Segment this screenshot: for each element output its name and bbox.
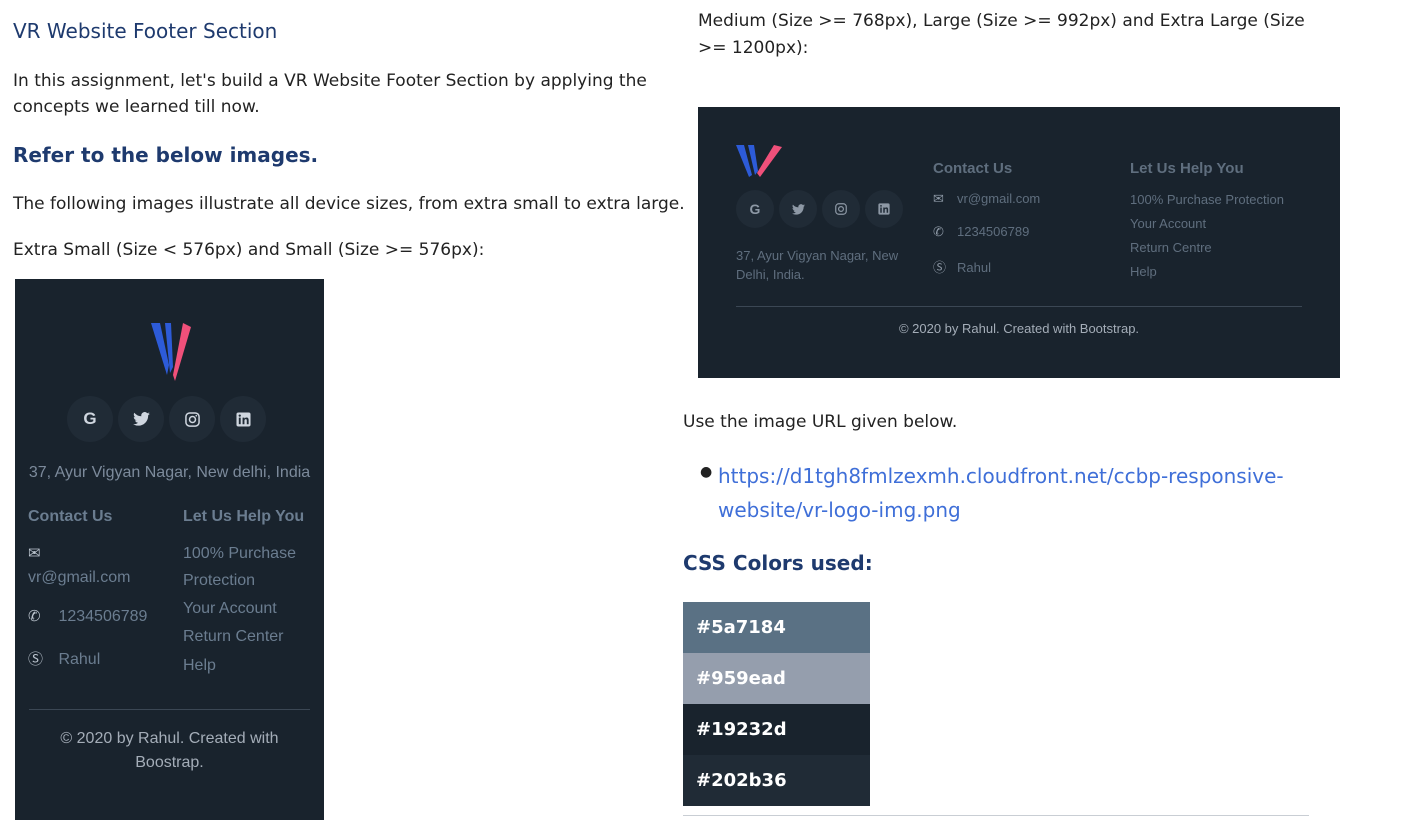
section-divider (683, 815, 1309, 816)
page-title: VR Website Footer Section (13, 19, 278, 43)
mobile-social-icons: G (67, 396, 266, 442)
mobile-divider (29, 709, 310, 710)
color-swatch-19232d: #19232d (683, 704, 870, 755)
mobile-help-item-protection[interactable]: Protection (183, 572, 255, 590)
desktop-help-item-return[interactable]: Return Centre (1130, 240, 1212, 255)
skype-icon: Ⓢ (933, 260, 947, 275)
mobile-email[interactable]: vr@gmail.com (28, 569, 130, 587)
mobile-phone[interactable]: 1234506789 (58, 608, 147, 625)
desktop-footer-image: G 37, Ayur Vigyan Nagar, New Delhi, Indi… (698, 107, 1340, 378)
desktop-help-item-help[interactable]: Help (1130, 264, 1157, 279)
linkedin-icon[interactable] (220, 396, 266, 442)
desktop-contact-heading: Contact Us (933, 160, 1013, 177)
desktop-email-row: ✉ vr@gmail.com (933, 191, 1040, 207)
phone-icon: ✆ (933, 224, 944, 239)
desktop-divider (736, 306, 1302, 307)
vr-logo-icon (151, 323, 191, 381)
desktop-copyright: © 2020 by Rahul. Created with Bootstrap. (898, 321, 1140, 336)
phone-icon: ✆ (28, 608, 41, 625)
md-size-label: Medium (Size >= 768px), Large (Size >= 9… (698, 11, 1305, 58)
color-swatch-959ead: #959ead (683, 653, 870, 704)
mobile-skype-row: Ⓢ Rahul (28, 648, 100, 669)
vr-logo-icon (736, 145, 782, 177)
desktop-phone[interactable]: 1234506789 (957, 224, 1029, 239)
mobile-skype[interactable]: Rahul (58, 651, 100, 668)
mobile-copyright: © 2020 by Rahul. Created with Boostrap. (60, 730, 279, 771)
desktop-help-item-purchase[interactable]: 100% Purchase Protection (1130, 192, 1284, 207)
desktop-help-item-account[interactable]: Your Account (1130, 216, 1206, 231)
instagram-icon[interactable] (169, 396, 215, 442)
desktop-help-heading: Let Us Help You (1130, 160, 1244, 177)
mobile-contact-heading: Contact Us (28, 508, 113, 525)
use-image-text: Use the image URL given below. (683, 412, 958, 432)
mobile-footer-image: G 37, Ayur Vigyan Nagar, New delhi, Indi… (15, 279, 324, 820)
envelope-icon: ✉ (933, 191, 944, 206)
xs-size-label: Extra Small (Size < 576px) and Small (Si… (13, 240, 485, 260)
color-swatch-5a7184: #5a7184 (683, 602, 870, 653)
mobile-help-item-return[interactable]: Return Center (183, 628, 284, 646)
mobile-help-item-help[interactable]: Help (183, 657, 216, 675)
intro-paragraph: In this assignment, let's build a VR Web… (13, 71, 647, 117)
color-swatch-202b36: #202b36 (683, 755, 870, 806)
css-colors-heading: CSS Colors used: (683, 551, 873, 575)
desktop-email[interactable]: vr@gmail.com (957, 191, 1040, 206)
google-icon[interactable]: G (736, 190, 774, 228)
mobile-address: 37, Ayur Vigyan Nagar, New delhi, India (28, 464, 311, 481)
twitter-icon[interactable] (779, 190, 817, 228)
desktop-address: 37, Ayur Vigyan Nagar, New Delhi, India. (736, 248, 899, 282)
mobile-help-heading: Let Us Help You (183, 508, 305, 525)
desktop-skype-row: Ⓢ Rahul (933, 257, 991, 276)
desktop-skype[interactable]: Rahul (957, 260, 991, 275)
bullet-icon: ● (700, 464, 713, 480)
desktop-social-icons: G (736, 190, 903, 228)
twitter-icon[interactable] (118, 396, 164, 442)
device-sizes-paragraph: The following images illustrate all devi… (13, 194, 685, 214)
mobile-help-item-account[interactable]: Your Account (183, 600, 277, 618)
mobile-help-item-purchase[interactable]: 100% Purchase (183, 545, 296, 563)
mobile-phone-row: ✆ 1234506789 (28, 607, 147, 626)
desktop-phone-row: ✆ 1234506789 (933, 224, 1029, 240)
envelope-icon: ✉ (28, 545, 41, 562)
color-swatches: #5a7184 #959ead #19232d #202b36 (683, 602, 870, 806)
skype-icon: Ⓢ (28, 651, 44, 668)
linkedin-icon[interactable] (865, 190, 903, 228)
logo-url-link[interactable]: https://d1tgh8fmlzexmh.cloudfront.net/cc… (718, 459, 1318, 527)
instagram-icon[interactable] (822, 190, 860, 228)
mobile-envelope-row: ✉ (28, 544, 46, 563)
google-icon[interactable]: G (67, 396, 113, 442)
refer-heading: Refer to the below images. (13, 143, 319, 167)
